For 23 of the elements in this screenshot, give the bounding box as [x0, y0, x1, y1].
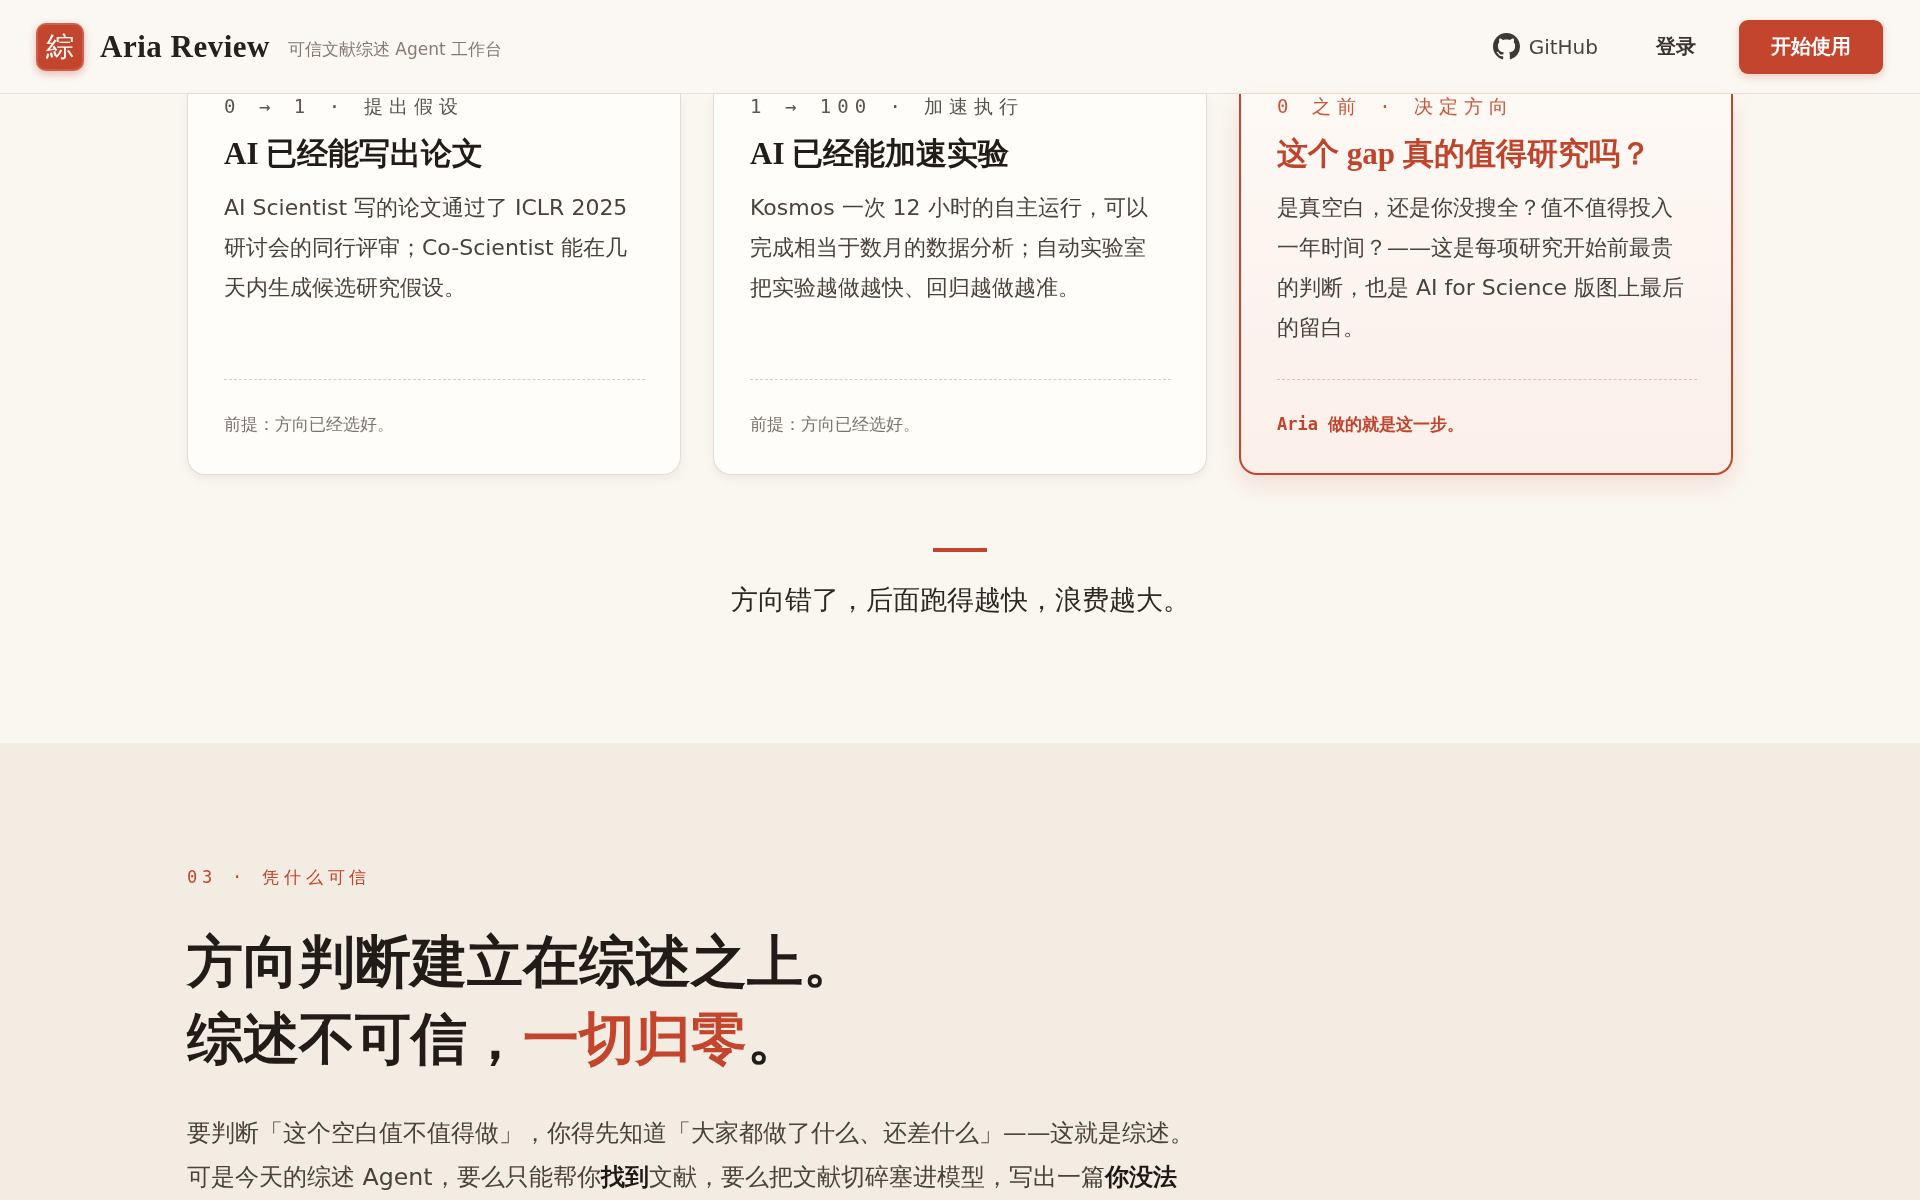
logo-mark[interactable]: 綜	[36, 22, 84, 71]
section-label: 03 · 凭什么可信	[187, 866, 373, 889]
github-icon	[1492, 33, 1520, 60]
card-text: AI Scientist 写的论文通过了 ICLR 2025 研讨会的同行评审；Co-Scientist 能在几 天内生成候选研究假设。	[224, 194, 629, 302]
card-text: Kosmos 一次 12 小时的自主运行，可以 完成相当于数月的数据分析；自动实验室 把实验越做越快、回归越做越准。	[750, 194, 1149, 302]
card-title: 这个 gap 真的值得研究吗？	[1277, 135, 1652, 173]
brand-name[interactable]: Aria Review	[100, 28, 270, 65]
get-started-button[interactable]: 开始使用	[1739, 19, 1883, 74]
brand-tagline: 可信文献综述 Agent 工作台	[287, 38, 503, 61]
login-link[interactable]: 登录	[1656, 33, 1696, 60]
card-footnote: 前提：方向已经选好。	[224, 413, 395, 436]
card-title: AI 已经能加速实验	[750, 135, 1011, 173]
card-text: 是真空白，还是你没搜全？值不值得投入 一年时间？——这是每项研究开始前最贵 的判断，也是 AI for Science 版图上最后 的留白。	[1277, 194, 1686, 342]
section-heading: 方向判断建立在综述之上。 综述不可信，一切归零。	[187, 930, 859, 1072]
card-title: AI 已经能写出论文	[224, 135, 485, 173]
card-footnote: 前提：方向已经选好。	[750, 413, 921, 436]
stage-tag: 0 → 1 · 提出假设	[224, 94, 645, 118]
transition-text: 方向错了，后面跑得越快，浪费越大。	[730, 584, 1190, 617]
stage-tag: 0 之前 · 决定方向	[1277, 94, 1697, 118]
github-link[interactable]: GitHub	[1492, 33, 1598, 60]
card-footnote: Aria 做的就是这一步。	[1277, 413, 1466, 436]
section-paragraph: 要判断「这个空白值不值得做」，你得先知道「大家都做了什么、还差什么」——这就是综述。 可是今天的综述 Agent，要么只能帮你找到文献，要么把文献切碎塞进模型，写出一篇你没法	[187, 1118, 1195, 1193]
stage-tag: 1 → 100 · 加速执行	[750, 94, 1171, 118]
